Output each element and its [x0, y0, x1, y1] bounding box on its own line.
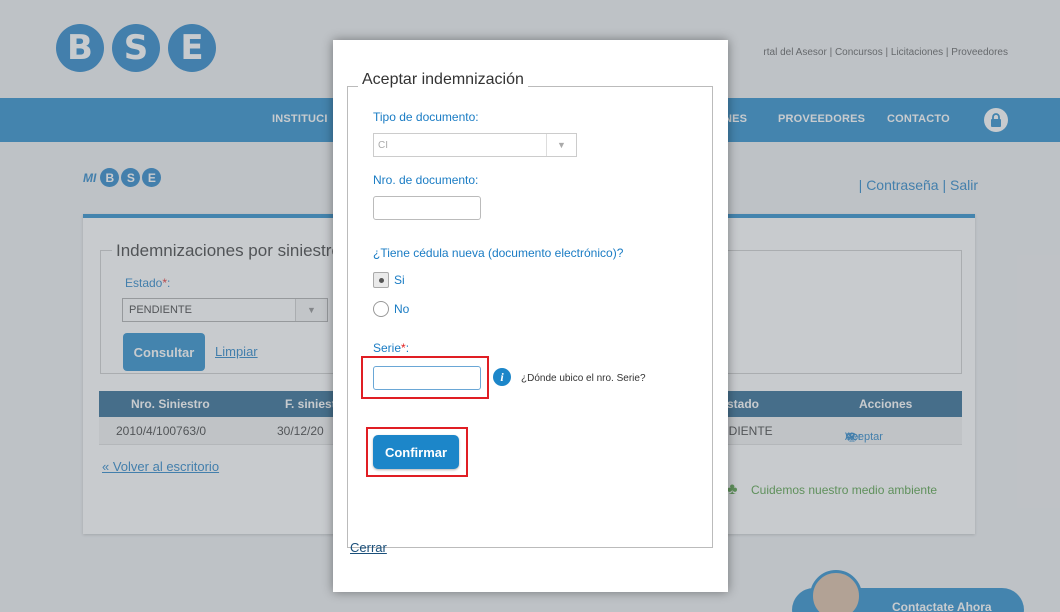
radio-si[interactable]: Si	[373, 272, 405, 288]
radio-si-label: Si	[394, 273, 405, 287]
radio-no[interactable]: No	[373, 301, 409, 317]
confirm-button[interactable]: Confirmar	[373, 435, 459, 469]
serie-label: Serie*:	[373, 341, 410, 355]
info-icon[interactable]: i	[493, 368, 511, 386]
nro-documento-input[interactable]	[373, 196, 481, 220]
modal-title: Aceptar indemnización	[358, 71, 528, 89]
chevron-down-icon: ▼	[546, 134, 576, 156]
serie-input[interactable]	[373, 366, 481, 390]
tipo-selected: CI	[378, 140, 388, 151]
radio-no-control[interactable]	[373, 301, 389, 317]
tipo-label: Tipo de documento:	[373, 110, 479, 124]
close-link[interactable]: Cerrar	[350, 540, 387, 555]
nro-label: Nro. de documento:	[373, 173, 479, 187]
cedula-question: ¿Tiene cédula nueva (documento electróni…	[373, 246, 624, 260]
radio-no-label: No	[394, 302, 410, 316]
radio-si-control[interactable]	[373, 272, 389, 288]
aceptar-modal: Aceptar indemnización Tipo de documento:…	[333, 40, 728, 592]
serie-help-text[interactable]: ¿Dónde ubico el nro. Serie?	[521, 373, 646, 384]
tipo-select[interactable]: CI ▼	[373, 133, 577, 157]
